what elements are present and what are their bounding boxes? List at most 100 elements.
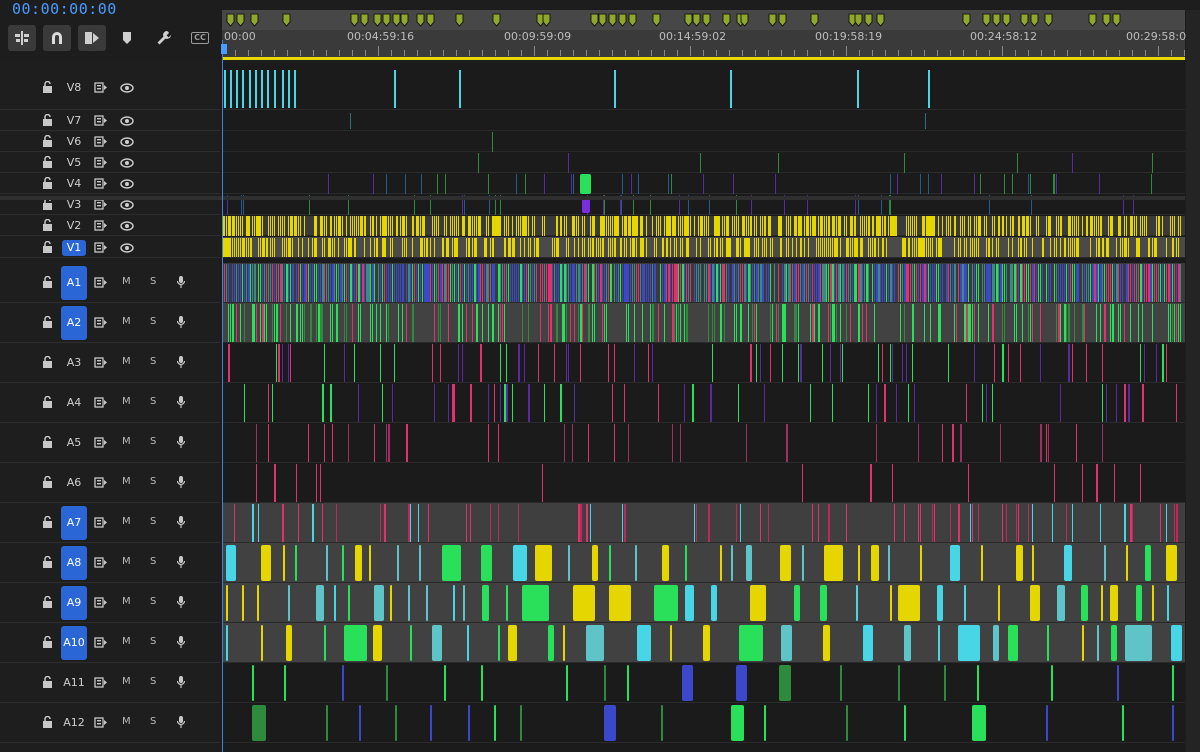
clip[interactable] xyxy=(550,304,552,342)
clip[interactable] xyxy=(481,665,483,701)
clip[interactable] xyxy=(388,424,390,462)
eye-icon[interactable] xyxy=(120,178,134,192)
clip[interactable] xyxy=(1078,238,1079,257)
clip[interactable] xyxy=(1154,264,1155,302)
clip[interactable] xyxy=(944,665,946,701)
clip[interactable] xyxy=(276,304,278,342)
clip[interactable] xyxy=(772,304,773,342)
clip[interactable] xyxy=(654,264,656,302)
track-lanes[interactable] xyxy=(222,62,1185,752)
clip[interactable] xyxy=(1124,216,1125,236)
clip[interactable] xyxy=(506,344,507,382)
clip[interactable] xyxy=(1074,304,1075,342)
clip[interactable] xyxy=(830,304,831,342)
clip[interactable] xyxy=(770,344,771,382)
clip[interactable] xyxy=(906,216,907,236)
solo-button[interactable]: S xyxy=(150,436,156,447)
clip[interactable] xyxy=(846,304,847,342)
clip[interactable] xyxy=(1138,264,1139,302)
track-target-v5[interactable]: V5 xyxy=(62,155,86,171)
clip[interactable] xyxy=(1088,264,1089,302)
track-target-v2[interactable]: V2 xyxy=(62,218,86,234)
track-header-a2[interactable]: A2 M S xyxy=(0,303,220,343)
clip[interactable] xyxy=(514,264,515,302)
clip[interactable] xyxy=(712,304,713,342)
clip[interactable] xyxy=(1030,216,1031,236)
clip[interactable] xyxy=(320,464,321,502)
clip[interactable] xyxy=(422,264,423,302)
timeline-marker[interactable] xyxy=(426,13,435,27)
clip[interactable] xyxy=(948,344,949,382)
clip[interactable] xyxy=(1108,264,1109,302)
clip[interactable] xyxy=(462,344,463,382)
clip[interactable] xyxy=(260,238,261,257)
clip[interactable] xyxy=(334,264,335,302)
clip[interactable] xyxy=(528,304,529,342)
mute-button[interactable]: M xyxy=(122,556,131,567)
clip[interactable] xyxy=(734,264,735,302)
clip[interactable] xyxy=(252,264,253,302)
clip[interactable] xyxy=(638,264,639,302)
clip[interactable] xyxy=(466,304,467,342)
mute-button[interactable]: M xyxy=(122,436,131,447)
clip[interactable] xyxy=(1028,304,1029,342)
clip[interactable] xyxy=(628,264,629,302)
clip[interactable] xyxy=(670,216,671,236)
clip[interactable] xyxy=(988,238,990,257)
clip[interactable] xyxy=(981,545,983,581)
clip[interactable] xyxy=(1068,238,1069,257)
clip[interactable] xyxy=(338,264,339,302)
clip[interactable] xyxy=(330,216,332,236)
clip[interactable] xyxy=(974,238,975,257)
clip[interactable] xyxy=(526,216,527,236)
clip[interactable] xyxy=(370,216,371,236)
clip[interactable] xyxy=(770,216,771,236)
clip[interactable] xyxy=(604,304,605,342)
lane-a3[interactable] xyxy=(222,343,1185,383)
clip[interactable] xyxy=(630,238,631,257)
clip[interactable] xyxy=(834,216,835,236)
clip[interactable] xyxy=(656,238,657,257)
clip[interactable] xyxy=(1166,344,1167,382)
clip[interactable] xyxy=(724,216,725,236)
clip[interactable] xyxy=(1106,384,1107,422)
clip[interactable] xyxy=(840,665,842,701)
clip[interactable] xyxy=(525,174,526,194)
clip[interactable] xyxy=(504,238,506,257)
clip[interactable] xyxy=(1018,238,1019,257)
clip[interactable] xyxy=(1082,264,1083,302)
clip[interactable] xyxy=(720,238,721,257)
clip[interactable] xyxy=(432,344,433,382)
clip[interactable] xyxy=(468,238,470,257)
clip[interactable] xyxy=(494,705,496,741)
clip[interactable] xyxy=(1100,504,1101,542)
clip[interactable] xyxy=(594,304,595,342)
clip[interactable] xyxy=(484,264,485,302)
time-ruler[interactable]: 00:00 00:04:59:16 00:09:59:09 00:14:59:02 00… xyxy=(222,10,1193,60)
clip[interactable] xyxy=(304,304,305,342)
clip[interactable] xyxy=(708,216,709,236)
clip[interactable] xyxy=(750,585,766,621)
clip[interactable] xyxy=(670,238,671,257)
clip[interactable] xyxy=(346,264,347,302)
clip[interactable] xyxy=(672,264,673,302)
clip[interactable] xyxy=(432,216,433,236)
clip[interactable] xyxy=(298,216,299,236)
clip[interactable] xyxy=(706,264,707,302)
clip[interactable] xyxy=(266,304,267,342)
clip[interactable] xyxy=(706,216,707,236)
clip[interactable] xyxy=(966,264,967,302)
clip[interactable] xyxy=(262,216,263,236)
clip[interactable] xyxy=(1120,238,1121,257)
timeline-marker[interactable] xyxy=(542,13,551,27)
clip[interactable] xyxy=(930,304,931,342)
clip[interactable] xyxy=(714,304,715,342)
clip[interactable] xyxy=(1082,216,1083,236)
clip[interactable] xyxy=(300,264,301,302)
clip[interactable] xyxy=(442,238,444,257)
clip[interactable] xyxy=(362,216,363,236)
clip[interactable] xyxy=(974,344,975,382)
clip[interactable] xyxy=(594,264,595,302)
clip[interactable] xyxy=(1086,264,1087,302)
clip[interactable] xyxy=(270,238,271,257)
